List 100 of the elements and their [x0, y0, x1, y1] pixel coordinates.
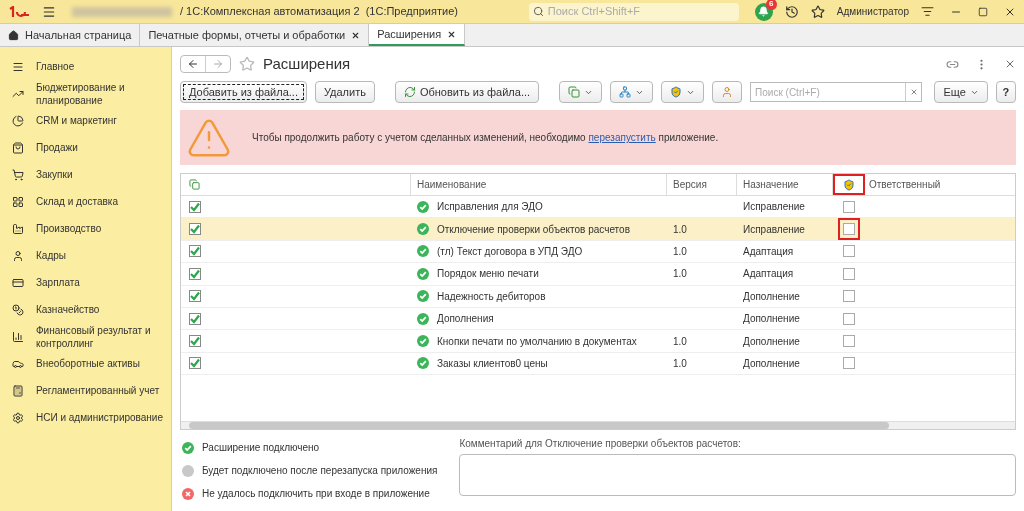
checkbox[interactable] — [189, 290, 201, 303]
arrow-right-icon — [212, 58, 224, 70]
legend-label: Не удалось подключить при входе в приложение — [202, 487, 430, 501]
tab[interactable]: Расширения — [369, 24, 466, 46]
column-header[interactable]: Ответственный — [865, 174, 1015, 195]
menu-icon — [12, 60, 24, 73]
sidebar-item[interactable]: Продажи — [0, 134, 171, 161]
pending-status-icon — [182, 464, 194, 477]
table-row[interactable]: Кнопки печати по умолчанию в документах 1.0 Дополнение — [181, 330, 1015, 353]
sidebar-item[interactable]: Бюджетирование и планирование — [0, 80, 171, 107]
table-row[interactable]: Порядок меню печати 1.0 Адаптация — [181, 263, 1015, 286]
table-row[interactable]: Отключение проверки объектов расчетов 1.0 Исправление — [181, 218, 1015, 241]
sidebar-item[interactable]: Склад и доставка — [0, 188, 171, 215]
checkbox[interactable] — [189, 357, 201, 370]
safe-mode-column-header[interactable] — [833, 174, 865, 195]
checkbox[interactable] — [189, 223, 201, 236]
table-cell-text: (тл) Текст договора в УПД ЭДО — [437, 244, 583, 259]
connected-status-icon — [417, 335, 429, 348]
sidebar-item[interactable]: Казначейство — [0, 296, 171, 323]
user-name[interactable]: Администратор — [836, 4, 909, 19]
connected-status-icon — [417, 290, 429, 303]
star-icon[interactable] — [810, 4, 825, 19]
table-cell: 1.0 — [673, 223, 687, 235]
connected-status-icon — [417, 245, 429, 258]
column-header[interactable]: Назначение — [737, 174, 833, 195]
sidebar-item[interactable]: Финансовый результат и контроллинг — [0, 323, 171, 350]
legend-label: Расширение подключено — [202, 441, 320, 455]
sidebar-item[interactable]: НСИ и администрирование — [0, 404, 171, 431]
sidebar-item[interactable]: Главное — [0, 53, 171, 80]
sidebar-item[interactable]: CRM и маркетинг — [0, 107, 171, 134]
comment-field[interactable] — [459, 454, 1016, 496]
checkbox[interactable] — [189, 312, 201, 325]
safe-mode-checkbox[interactable] — [843, 223, 855, 236]
settings-icon — [12, 411, 24, 424]
sidebar-item[interactable]: Закупки — [0, 161, 171, 188]
checkbox[interactable] — [189, 335, 201, 348]
sidebar-item[interactable]: Кадры — [0, 242, 171, 269]
checks-menu-button[interactable] — [559, 81, 603, 103]
toolbar-button[interactable]: Удалить — [314, 81, 375, 103]
arrow-left-icon — [187, 58, 199, 70]
safe-mode-checkbox[interactable] — [843, 312, 855, 325]
table-cell: Адаптация — [743, 268, 794, 280]
tab[interactable]: Начальная страница — [0, 24, 141, 46]
close-form-icon[interactable] — [1004, 58, 1016, 70]
toolbar-button[interactable]: Добавить из файла... — [180, 81, 307, 103]
checkbox[interactable] — [189, 267, 201, 280]
person-icon — [721, 86, 734, 98]
close-icon[interactable] — [351, 30, 361, 40]
network-icon — [619, 86, 632, 98]
column-header[interactable]: Наименование — [411, 174, 667, 195]
search-icon — [532, 6, 544, 17]
network-menu-button[interactable] — [610, 81, 654, 103]
table-cell: 1.0 — [673, 335, 687, 347]
user-button[interactable] — [712, 81, 743, 103]
form-title: Расширения — [263, 53, 351, 74]
table-row[interactable]: (тл) Текст договора в УПД ЭДО 1.0 Адаптация — [181, 240, 1015, 264]
close-icon[interactable] — [447, 29, 457, 39]
table-cell: Исправление — [743, 223, 805, 235]
shield-icon — [843, 178, 855, 191]
table-cell: Дополнение — [743, 357, 800, 369]
safe-mode-checkbox[interactable] — [843, 245, 855, 258]
connected-status-icon — [417, 312, 429, 325]
sidebar-item[interactable]: Регламентированный учет — [0, 377, 171, 404]
history-icon[interactable] — [784, 4, 799, 19]
menu-icon[interactable] — [42, 4, 56, 19]
calculator-icon — [12, 384, 24, 397]
cart-icon — [12, 168, 24, 181]
sidebar-item[interactable]: Зарплата — [0, 269, 171, 296]
safe-mode-checkbox[interactable] — [843, 357, 855, 370]
table-cell: 1.0 — [673, 357, 687, 369]
restart-link[interactable]: перезапустить — [588, 132, 656, 143]
connected-status-icon — [417, 223, 429, 236]
horizontal-scrollbar[interactable] — [181, 421, 1015, 429]
sidebar-item[interactable]: Производство — [0, 215, 171, 242]
connected-status-icon — [417, 200, 429, 213]
table-cell-text: Кнопки печати по умолчанию в документах — [437, 334, 637, 349]
table-cell: Адаптация — [743, 245, 794, 257]
filter-icon[interactable] — [921, 5, 934, 18]
connected-status-icon — [182, 441, 194, 454]
help-button[interactable]: ? — [995, 81, 1016, 103]
favorite-star-icon[interactable] — [239, 56, 255, 72]
table-row[interactable]: Надежность дебиторов Дополнение — [181, 285, 1015, 308]
safe-mode-checkbox[interactable] — [843, 290, 855, 303]
safe-mode-checkbox[interactable] — [843, 267, 855, 280]
safe-mode-checkbox[interactable] — [843, 200, 855, 213]
maximize-icon[interactable] — [978, 6, 988, 17]
grid-icon — [12, 195, 24, 208]
comment-label: Комментарий для Отключение проверки объектов расчетов: — [459, 437, 742, 451]
column-header[interactable]: Версия — [667, 174, 737, 195]
more-button[interactable]: Еще — [934, 81, 988, 103]
logo-icon — [8, 5, 30, 18]
update-from-file-button[interactable]: Обновить из файла... — [394, 81, 540, 103]
sidebar-item[interactable]: Внеоборотные активы — [0, 350, 171, 377]
shield-menu-button[interactable] — [661, 81, 705, 103]
table-row[interactable]: Дополнения Дополнение — [181, 307, 1015, 331]
safe-mode-checkbox[interactable] — [843, 335, 855, 348]
table-row[interactable]: Заказы клиентов0 цены 1.0 Дополнение — [181, 352, 1015, 376]
checkbox[interactable] — [189, 245, 201, 258]
window-title: / 1С:Комплексная автоматизация 2 (1С:Предприятие) — [180, 4, 458, 20]
checkbox[interactable] — [189, 200, 201, 213]
